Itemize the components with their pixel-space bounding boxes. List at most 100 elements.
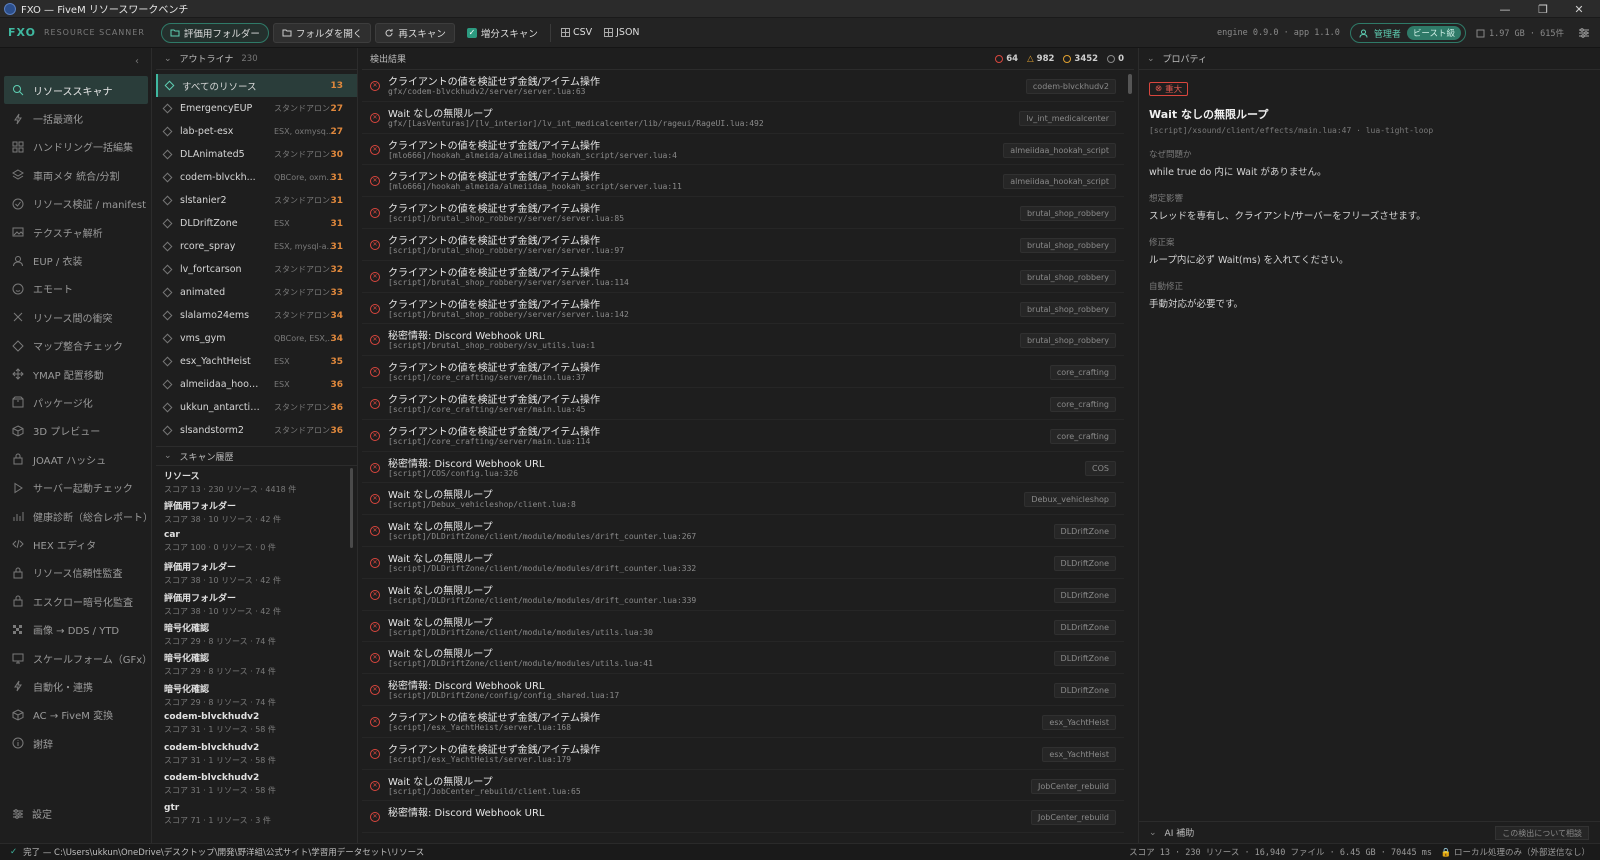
results-scrollbar[interactable] [1128, 74, 1132, 94]
finding-row[interactable]: ✕ クライアントの値を検証せず金銭/アイテム操作 [script]/brutal_s… [362, 293, 1124, 325]
resource-badge[interactable]: JobCenter_rebuild [1031, 810, 1116, 826]
resource-badge[interactable]: esx_YachtHeist [1042, 746, 1116, 762]
finding-row[interactable]: ✕ クライアントの値を検証せず金銭/アイテム操作 [script]/core_cra… [362, 356, 1124, 388]
sidebar-item-23[interactable]: 謝辞 [0, 729, 152, 757]
finding-row[interactable]: ✕ Wait なしの無限ループ gfx/[LasVenturas]/[lv_inte… [362, 102, 1124, 134]
sidebar-item-12[interactable]: 3D プレビュー [0, 417, 152, 445]
role-badge[interactable]: 管理者 ビースト級 [1349, 23, 1466, 43]
finding-row[interactable]: ✕ Wait なしの無限ループ [script]/DLDriftZone/clien… [362, 611, 1124, 643]
resource-badge[interactable]: almeiidaa_hookah_script [1003, 142, 1116, 158]
history-item[interactable]: gtr スコア 71 · 1 リソース · 3 件 [156, 800, 357, 830]
sidebar-item-22[interactable]: AC → FiveM 変換 [0, 701, 152, 729]
resource-badge[interactable]: DLDriftZone [1053, 651, 1116, 667]
resource-badge[interactable]: DLDriftZone [1053, 555, 1116, 571]
close-button[interactable]: ✕ [1562, 0, 1596, 18]
eval-folder-button[interactable]: 評価用フォルダー [160, 22, 269, 43]
resource-badge[interactable]: almeiidaa_hookah_script [1003, 174, 1116, 190]
rescan-button[interactable]: 再スキャン [375, 22, 455, 43]
finding-row[interactable]: ✕ Wait なしの無限ループ [script]/DLDriftZone/clien… [362, 579, 1124, 611]
finding-row[interactable]: ✕ Wait なしの無限ループ [script]/DLDriftZone/clien… [362, 642, 1124, 675]
history-item[interactable]: codem-blvckhudv2 スコア 31 · 1 リソース · 58 件 [156, 709, 357, 739]
incremental-scan-checkbox[interactable]: ✓ 増分スキャン [466, 26, 538, 40]
finding-row[interactable]: ✕ クライアントの値を検証せず金銭/アイテム操作 [mlo666]/hookah_a… [362, 134, 1124, 166]
sliders-icon[interactable] [1578, 28, 1590, 38]
finding-row[interactable]: ✕ クライアントの値を検証せず金銭/アイテム操作 gfx/codem-blvckhu… [362, 70, 1124, 102]
finding-row[interactable]: ✕ クライアントの値を検証せず金銭/アイテム操作 [script]/core_cra… [362, 420, 1124, 452]
resource-row[interactable]: lab-pet-esx ESX, oxmysql, ... 27 [156, 120, 357, 143]
sidebar-item-13[interactable]: JOAAT ハッシュ [0, 445, 152, 473]
resource-row[interactable]: vms_gym QBCore, ESX, o... 34 [156, 327, 357, 350]
resource-badge[interactable]: brutal_shop_robbery [1019, 301, 1116, 317]
resource-row[interactable]: almeiidaa_hookah_script ESX 36 [156, 373, 357, 396]
resource-row[interactable]: esx_YachtHeist ESX 35 [156, 350, 357, 373]
resource-row[interactable]: rcore_spray ESX, mysql-asy... 31 [156, 235, 357, 258]
history-item[interactable]: 評価用フォルダー スコア 38 · 10 リソース · 42 件 [156, 496, 357, 526]
sidebar-item-11[interactable]: パッケージ化 [0, 388, 152, 416]
scan-history-header[interactable]: ⌄ スキャン履歴 [156, 446, 357, 466]
finding-row[interactable]: ✕ クライアントの値を検証せず金銭/アイテム操作 [mlo666]/hookah_a… [362, 165, 1124, 198]
resource-row[interactable]: codem-blvckh... QBCore, oxmy... 31 [156, 166, 357, 189]
sidebar-item-8[interactable]: リソース間の衝突 [0, 303, 152, 331]
resource-badge[interactable]: Debux_vehicleshop [1024, 492, 1116, 508]
finding-row[interactable]: ✕ 秘密情報: Discord Webhook URL [script]/COS/c… [362, 452, 1124, 484]
history-item[interactable]: 暗号化確認 スコア 29 · 8 リソース · 74 件 [156, 648, 357, 678]
sidebar-item-0[interactable]: リソーススキャナ [4, 76, 148, 105]
warning-count[interactable]: △ 982 [1027, 54, 1054, 64]
resource-row[interactable]: slsandstorm2 スタンドアロン 36 [156, 419, 357, 442]
resource-row[interactable]: EmergencyEUP スタンドアロン 27 [156, 97, 357, 120]
finding-row[interactable]: ✕ Wait なしの無限ループ [script]/DLDriftZone/clien… [362, 515, 1124, 547]
sidebar-item-19[interactable]: 画像 → DDS / YTD [0, 615, 152, 643]
sidebar-item-1[interactable]: 一括最適化 [0, 104, 152, 132]
resource-badge[interactable]: COS [1085, 460, 1116, 476]
finding-row[interactable]: ✕ 秘密情報: Discord Webhook URL JobCenter_rebu… [362, 801, 1124, 834]
resource-badge[interactable]: JobCenter_rebuild [1031, 778, 1116, 794]
resource-row[interactable]: DLDriftZone ESX 31 [156, 212, 357, 235]
sidebar-item-2[interactable]: ハンドリング一括編集 [0, 133, 152, 161]
resource-badge[interactable]: codem-blvckhudv2 [1025, 79, 1116, 94]
finding-row[interactable]: ✕ クライアントの値を検証せず金銭/アイテム操作 [script]/core_cra… [362, 388, 1124, 420]
ai-consult-button[interactable]: この検出について相談 [1495, 826, 1589, 840]
history-scrollbar[interactable] [350, 468, 353, 548]
resource-badge[interactable]: DLDriftZone [1053, 524, 1116, 540]
history-item[interactable]: car スコア 100 · 0 リソース · 0 件 [156, 527, 357, 557]
resource-badge[interactable]: DLDriftZone [1053, 587, 1116, 603]
resource-badge[interactable]: brutal_shop_robbery [1019, 333, 1116, 349]
history-item[interactable]: 暗号化確認 スコア 29 · 8 リソース · 74 件 [156, 679, 357, 709]
all-resources-row[interactable]: すべてのリソース 13 [156, 74, 357, 97]
finding-row[interactable]: ✕ 秘密情報: Discord Webhook URL [script]/bruta… [362, 324, 1124, 357]
sidebar-item-5[interactable]: テクスチャ解析 [0, 218, 152, 246]
resource-row[interactable]: slalamo24ems スタンドアロン 34 [156, 304, 357, 327]
history-item[interactable]: 暗号化確認 スコア 29 · 8 リソース · 74 件 [156, 618, 357, 648]
critical-count[interactable]: 64 [995, 54, 1018, 64]
properties-header[interactable]: ⌄ プロパティ [1139, 48, 1600, 70]
sidebar-item-15[interactable]: 健康診断（総合レポート） [0, 502, 153, 530]
export-csv-button[interactable]: CSV [560, 27, 592, 38]
resource-badge[interactable]: core_crafting [1049, 428, 1116, 444]
resource-badge[interactable]: lv_int_medicalcenter [1019, 110, 1116, 126]
sidebar-item-14[interactable]: サーバー起動チェック [0, 473, 152, 501]
finding-row[interactable]: ✕ Wait なしの無限ループ [script]/Debux_vehicleshop… [362, 483, 1124, 516]
finding-row[interactable]: ✕ Wait なしの無限ループ [script]/JobCenter_rebuild… [362, 770, 1124, 802]
resource-badge[interactable]: brutal_shop_robbery [1019, 269, 1116, 285]
info-count[interactable]: 3452 [1063, 54, 1098, 64]
resource-row[interactable]: animated スタンドアロン 33 [156, 281, 357, 304]
sidebar-item-7[interactable]: エモート [0, 275, 152, 303]
finding-row[interactable]: ✕ クライアントの値を検証せず金銭/アイテム操作 [script]/esx_Yach… [362, 706, 1124, 738]
resource-row[interactable]: lv_fortcarson スタンドアロン 32 [156, 258, 357, 281]
finding-row[interactable]: ✕ Wait なしの無限ループ [script]/DLDriftZone/clien… [362, 547, 1124, 579]
sidebar-item-9[interactable]: マップ整合チェック [0, 332, 152, 360]
resource-badge[interactable]: DLDriftZone [1053, 619, 1116, 635]
finding-row[interactable]: ✕ クライアントの値を検証せず金銭/アイテム操作 [script]/brutal_s… [362, 197, 1124, 229]
minimize-button[interactable]: — [1488, 0, 1522, 18]
finding-row[interactable]: ✕ クライアントの値を検証せず金銭/アイテム操作 [script]/brutal_s… [362, 229, 1124, 261]
sidebar-item-10[interactable]: YMAP 配置移動 [0, 360, 152, 388]
sidebar-item-21[interactable]: 自動化・連携 [0, 672, 152, 700]
history-item[interactable]: codem-blvckhudv2 スコア 31 · 1 リソース · 58 件 [156, 770, 357, 800]
settings-button[interactable]: 設定 [12, 806, 52, 821]
outliner-header[interactable]: ⌄ アウトライナ 230 [156, 48, 357, 70]
sidebar-item-20[interactable]: スケールフォーム（GFx） [0, 644, 152, 672]
history-item[interactable]: 評価用フォルダー スコア 38 · 10 リソース · 42 件 [156, 588, 357, 618]
sidebar-item-17[interactable]: リソース信頼性監査 [0, 559, 152, 587]
history-item[interactable]: リソース スコア 13 · 230 リソース · 4418 件 [156, 466, 357, 496]
resource-badge[interactable]: brutal_shop_robbery [1019, 206, 1116, 222]
